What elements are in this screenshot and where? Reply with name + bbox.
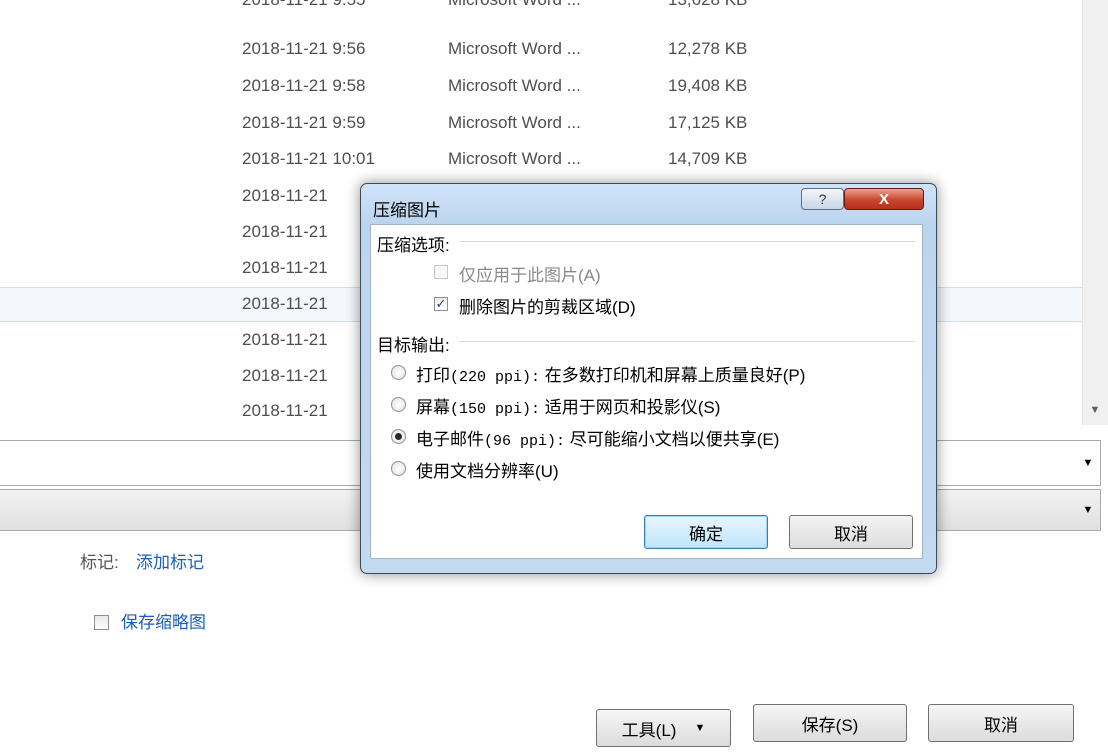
dialog-cancel-button[interactable]: 取消 [789, 515, 913, 549]
dialog-body: 压缩选项: 仅应用于此图片(A) ✓ 删除图片的剪裁区域(D) 目标输出: 打印… [370, 224, 923, 559]
screen-option-label: 屏幕(150 ppi): 适用于网页和投影仪(S) [416, 393, 720, 418]
file-date: 2018-11-21 10:01 [242, 149, 375, 168]
file-size: 14,709 KB [668, 149, 748, 168]
tools-button[interactable]: 工具(L) ▼ [596, 709, 731, 747]
chevron-down-icon[interactable]: ▼ [1076, 490, 1100, 530]
file-date: 2018-11-21 9:58 [242, 76, 366, 95]
dialog-title: 压缩图片 [373, 201, 441, 220]
option-prefix: 屏幕 [416, 398, 450, 417]
option-desc: 在多数打印机和屏幕上质量良好(P) [544, 366, 806, 385]
file-type: Microsoft Word ... [448, 0, 581, 10]
save-button[interactable]: 保存(S) [753, 704, 907, 742]
dialog-cancel-label: 取消 [834, 524, 868, 544]
file-type: Microsoft Word ... [448, 39, 581, 58]
file-size: 12,278 KB [668, 39, 748, 58]
ok-button[interactable]: 确定 [644, 515, 768, 549]
email-option-label: 电子邮件(96 ppi): 尽可能缩小文档以便共享(E) [416, 425, 779, 450]
file-date: 2018-11-21 9:55 [242, 0, 366, 10]
file-date: 2018-11-21 9:59 [242, 113, 366, 132]
table-row[interactable]: 2018-11-21 9:56 Microsoft Word ... 12,27… [0, 33, 1082, 66]
file-size: 13,628 KB [668, 0, 747, 10]
delete-crop-checkbox[interactable]: ✓ [434, 297, 448, 311]
file-date: 2018-11-21 [242, 186, 328, 205]
save-label: 保存(S) [801, 715, 859, 735]
tools-label: 工具(L) [621, 720, 677, 740]
file-size: 17,125 KB [668, 113, 748, 132]
option-prefix: 电子邮件 [416, 430, 484, 449]
chevron-down-icon: ▼ [694, 722, 706, 734]
file-size: 19,408 KB [668, 76, 748, 95]
vertical-scrollbar[interactable] [1082, 0, 1108, 425]
table-row[interactable]: 2018-11-21 10:01 Microsoft Word ... 14,7… [0, 143, 1082, 176]
file-type: Microsoft Word ... [448, 76, 581, 95]
scroll-down-icon[interactable]: ▼ [1082, 398, 1108, 422]
chevron-down-icon[interactable]: ▼ [1076, 441, 1100, 485]
file-type: Microsoft Word ... [448, 149, 581, 168]
file-date: 2018-11-21 [242, 330, 328, 349]
print-radio[interactable] [391, 365, 406, 380]
divider [459, 241, 915, 242]
file-date: 2018-11-21 [242, 401, 328, 420]
print-option-label: 打印(220 ppi): 在多数打印机和屏幕上质量良好(P) [416, 361, 805, 386]
tags-label: 标记: [80, 553, 119, 572]
file-date: 2018-11-21 [242, 222, 328, 241]
divider [459, 341, 915, 342]
file-date: 2018-11-21 [242, 258, 328, 277]
cancel-button[interactable]: 取消 [928, 704, 1074, 742]
add-tag-link[interactable]: 添加标记 [136, 548, 204, 573]
file-date: 2018-11-21 [242, 294, 328, 313]
help-icon: ? [818, 191, 827, 207]
ok-label: 确定 [689, 524, 723, 544]
compress-options-heading: 压缩选项: [377, 236, 450, 255]
option-desc: 适用于网页和投影仪(S) [544, 398, 721, 417]
table-row[interactable]: 2018-11-21 9:55 Microsoft Word ... 13,62… [0, 0, 1082, 33]
target-output-heading: 目标输出: [377, 336, 450, 355]
close-icon: X [878, 190, 889, 208]
option-desc: 尽可能缩小文档以便共享(E) [569, 430, 780, 449]
cancel-label: 取消 [984, 715, 1018, 735]
document-resolution-radio[interactable] [391, 461, 406, 476]
file-type: Microsoft Word ... [448, 113, 581, 132]
delete-crop-label: 删除图片的剪裁区域(D) [459, 298, 636, 317]
email-radio[interactable] [391, 429, 406, 444]
close-button[interactable]: X [844, 188, 924, 210]
save-thumbnail-checkbox[interactable] [94, 615, 109, 630]
screen-radio[interactable] [391, 397, 406, 412]
apply-only-label: 仅应用于此图片(A) [459, 266, 601, 285]
save-thumbnail-label[interactable]: 保存缩略图 [121, 608, 206, 633]
option-ppi: (150 ppi): [450, 401, 541, 418]
compress-pictures-dialog: 压缩图片 ? X 压缩选项: 仅应用于此图片(A) ✓ 删除图片的剪裁区域(D)… [360, 183, 937, 574]
file-date: 2018-11-21 9:56 [242, 39, 366, 58]
option-prefix: 打印 [416, 366, 450, 385]
help-button[interactable]: ? [801, 188, 844, 210]
option-ppi: (220 ppi): [450, 369, 541, 386]
option-ppi: (96 ppi): [484, 433, 566, 450]
table-row[interactable]: 2018-11-21 9:58 Microsoft Word ... 19,40… [0, 70, 1082, 103]
apply-only-checkbox[interactable] [434, 265, 448, 279]
table-row[interactable]: 2018-11-21 9:59 Microsoft Word ... 17,12… [0, 107, 1082, 140]
file-date: 2018-11-21 [242, 366, 328, 385]
document-resolution-label: 使用文档分辨率(U) [416, 462, 559, 481]
